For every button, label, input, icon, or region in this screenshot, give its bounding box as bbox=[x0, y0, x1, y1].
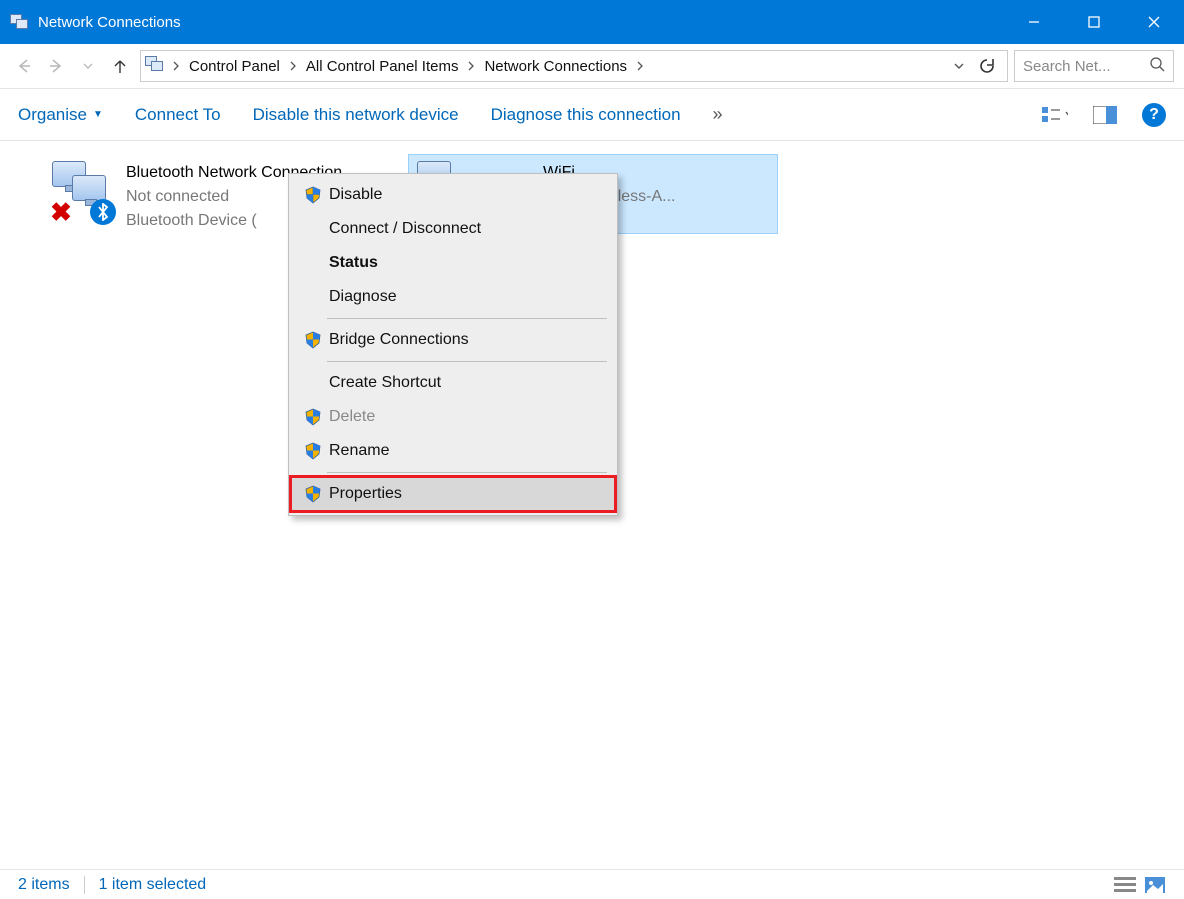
connect-to-button[interactable]: Connect To bbox=[135, 105, 221, 125]
ctx-rename[interactable]: Rename bbox=[291, 434, 615, 468]
ctx-label: Delete bbox=[327, 408, 375, 426]
view-options-button[interactable] bbox=[1042, 104, 1068, 126]
search-placeholder: Search Net... bbox=[1023, 58, 1111, 75]
breadcrumb-item[interactable]: Control Panel bbox=[183, 58, 286, 75]
forward-button[interactable] bbox=[42, 52, 70, 80]
ctx-properties[interactable]: Properties bbox=[291, 477, 615, 511]
maximize-button[interactable] bbox=[1064, 0, 1124, 44]
status-separator bbox=[84, 876, 85, 894]
command-bar: Organise▼ Connect To Disable this networ… bbox=[0, 89, 1184, 141]
shield-icon bbox=[299, 485, 327, 503]
chevron-right-icon[interactable] bbox=[464, 60, 478, 72]
ctx-label: Properties bbox=[327, 485, 402, 503]
ctx-status[interactable]: Status bbox=[291, 246, 615, 280]
minimize-button[interactable] bbox=[1004, 0, 1064, 44]
shield-icon bbox=[299, 408, 327, 426]
statusbar: 2 items 1 item selected bbox=[0, 869, 1184, 899]
search-input[interactable]: Search Net... bbox=[1014, 50, 1174, 82]
ctx-label: Status bbox=[327, 254, 378, 272]
back-button[interactable] bbox=[10, 52, 38, 80]
shield-icon bbox=[299, 331, 327, 349]
help-button[interactable]: ? bbox=[1142, 103, 1166, 127]
addressbar[interactable]: Control Panel All Control Panel Items Ne… bbox=[140, 50, 1008, 82]
recent-dropdown[interactable] bbox=[74, 52, 102, 80]
ctx-label: Connect / Disconnect bbox=[327, 220, 481, 238]
ctx-label: Diagnose bbox=[327, 288, 397, 306]
ctx-separator bbox=[327, 361, 607, 362]
refresh-icon[interactable] bbox=[977, 57, 997, 75]
breadcrumb-item[interactable]: Network Connections bbox=[478, 58, 633, 75]
shield-icon bbox=[299, 442, 327, 460]
connect-to-label: Connect To bbox=[135, 105, 221, 125]
status-count: 2 items bbox=[18, 876, 70, 894]
shield-icon bbox=[299, 186, 327, 204]
ctx-bridge[interactable]: Bridge Connections bbox=[291, 323, 615, 357]
disable-label: Disable this network device bbox=[253, 105, 459, 125]
diagnose-label: Diagnose this connection bbox=[491, 105, 681, 125]
breadcrumb-item[interactable]: All Control Panel Items bbox=[300, 58, 465, 75]
diagnose-button[interactable]: Diagnose this connection bbox=[491, 105, 681, 125]
search-icon bbox=[1149, 56, 1165, 76]
preview-pane-button[interactable] bbox=[1092, 104, 1118, 126]
chevron-right-icon[interactable] bbox=[169, 60, 183, 72]
ctx-create-shortcut[interactable]: Create Shortcut bbox=[291, 366, 615, 400]
close-button[interactable] bbox=[1124, 0, 1184, 44]
ctx-label: Create Shortcut bbox=[327, 374, 441, 392]
titlebar: Network Connections bbox=[0, 0, 1184, 44]
organise-menu[interactable]: Organise▼ bbox=[18, 105, 103, 125]
status-selected: 1 item selected bbox=[99, 876, 207, 894]
window-icon bbox=[10, 12, 30, 32]
ctx-label: Disable bbox=[327, 186, 382, 204]
chevron-right-icon[interactable] bbox=[633, 60, 647, 72]
content-area: ✖ Bluetooth Network Connection Not conne… bbox=[0, 141, 1184, 869]
overflow-button[interactable]: » bbox=[713, 104, 723, 125]
ctx-label: Rename bbox=[327, 442, 389, 460]
chevron-right-icon[interactable] bbox=[286, 60, 300, 72]
disable-device-button[interactable]: Disable this network device bbox=[253, 105, 459, 125]
context-menu: Disable Connect / Disconnect Status Diag… bbox=[288, 173, 618, 516]
details-view-button[interactable] bbox=[1114, 876, 1136, 894]
ctx-connect-disconnect[interactable]: Connect / Disconnect bbox=[291, 212, 615, 246]
ctx-delete: Delete bbox=[291, 400, 615, 434]
address-icon bbox=[145, 56, 169, 76]
navbar: Control Panel All Control Panel Items Ne… bbox=[0, 44, 1184, 89]
chevron-down-icon[interactable] bbox=[953, 60, 965, 72]
bluetooth-connection-icon: ✖ bbox=[48, 159, 126, 229]
ctx-label: Bridge Connections bbox=[327, 331, 469, 349]
organise-label: Organise bbox=[18, 105, 87, 125]
ctx-separator bbox=[327, 318, 607, 319]
window-title: Network Connections bbox=[38, 14, 181, 31]
up-button[interactable] bbox=[106, 52, 134, 80]
ctx-diagnose[interactable]: Diagnose bbox=[291, 280, 615, 314]
icons-view-button[interactable] bbox=[1144, 876, 1166, 894]
ctx-disable[interactable]: Disable bbox=[291, 178, 615, 212]
ctx-separator bbox=[327, 472, 607, 473]
